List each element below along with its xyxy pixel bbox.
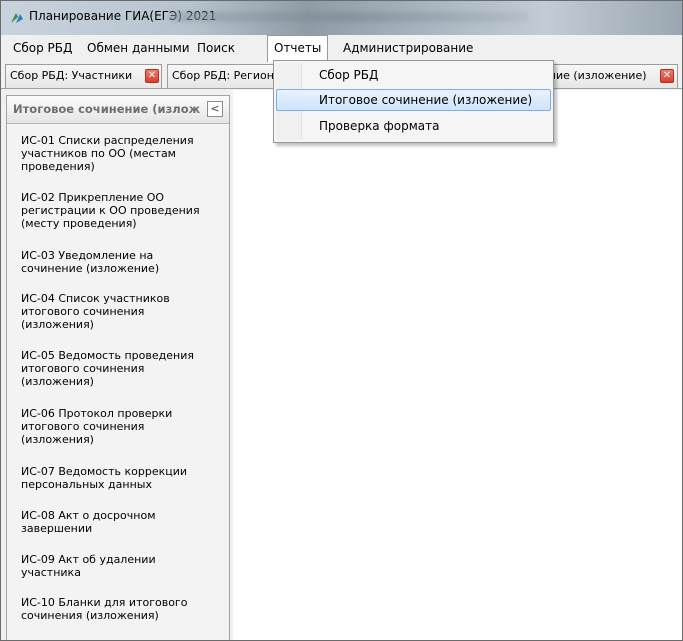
report-item-is09[interactable]: ИС-09 Акт об удалении участника (21, 553, 211, 579)
panel-title: Итоговое сочинение (излож (13, 102, 201, 116)
report-item-is08[interactable]: ИС-08 Акт о досрочном завершении (21, 509, 211, 535)
panel-header: Итоговое сочинение (излож < (7, 96, 229, 124)
report-item-is07[interactable]: ИС-07 Ведомость коррекции персональных д… (21, 465, 211, 491)
dropdown-item-final-essay[interactable]: Итоговое сочинение (изложение) (276, 89, 551, 111)
title-blurred-region (169, 12, 529, 22)
tab-final-essay[interactable]: ение (изложение) ✕ (541, 64, 678, 88)
tab-label: Сбор РБД: Участники (10, 69, 133, 82)
reports-panel: Итоговое сочинение (излож < ИС-01 Списки… (6, 95, 230, 640)
menu-search[interactable]: Поиск (191, 35, 241, 61)
tab-region[interactable]: Сбор РБД: Регион (167, 64, 277, 88)
report-item-is03[interactable]: ИС-03 Уведомление на сочинение (изложени… (21, 249, 211, 275)
menu-reports[interactable]: Отчеты (267, 35, 329, 62)
report-item-is01[interactable]: ИС-01 Списки распределения участников по… (21, 134, 211, 173)
report-item-is04[interactable]: ИС-04 Список участников итогового сочине… (21, 292, 211, 331)
report-item-is05[interactable]: ИС-05 Ведомость проведения итогового соч… (21, 349, 211, 388)
app-logo-icon (11, 13, 23, 23)
dropdown-item-collect-rbd[interactable]: Сбор РБД (276, 64, 551, 86)
tab-label: Сбор РБД: Регион (172, 69, 274, 82)
close-icon[interactable]: ✕ (145, 69, 159, 83)
main-content-area (233, 90, 682, 640)
menu-collect-rbd[interactable]: Сбор РБД (7, 35, 78, 61)
title-bar: Планирование ГИА(ЕГЭ) 2021 (1, 1, 682, 35)
menu-bar: Сбор РБД Обмен данными Поиск Отчеты Адми… (1, 35, 682, 62)
report-item-is02[interactable]: ИС-02 Прикрепление ОО регистрации к ОО п… (21, 191, 211, 230)
close-icon[interactable]: ✕ (660, 69, 674, 83)
tab-participants[interactable]: Сбор РБД: Участники ✕ (5, 64, 162, 88)
report-item-is06[interactable]: ИС-06 Протокол проверки итогового сочине… (21, 407, 211, 446)
dropdown-item-format-check[interactable]: Проверка формата (276, 115, 551, 137)
report-item-is10[interactable]: ИС-10 Бланки для итогового сочинения (из… (21, 596, 211, 622)
application-window: Планирование ГИА(ЕГЭ) 2021 Сбор РБД Обме… (0, 0, 683, 641)
tab-label: ение (изложение) (542, 69, 647, 82)
menu-data-exchange[interactable]: Обмен данными (81, 35, 196, 61)
reports-dropdown-menu: Сбор РБД Итоговое сочинение (изложение) … (273, 60, 554, 143)
chevron-left-icon[interactable]: < (207, 101, 223, 117)
menu-administration[interactable]: Администрирование (337, 35, 479, 61)
